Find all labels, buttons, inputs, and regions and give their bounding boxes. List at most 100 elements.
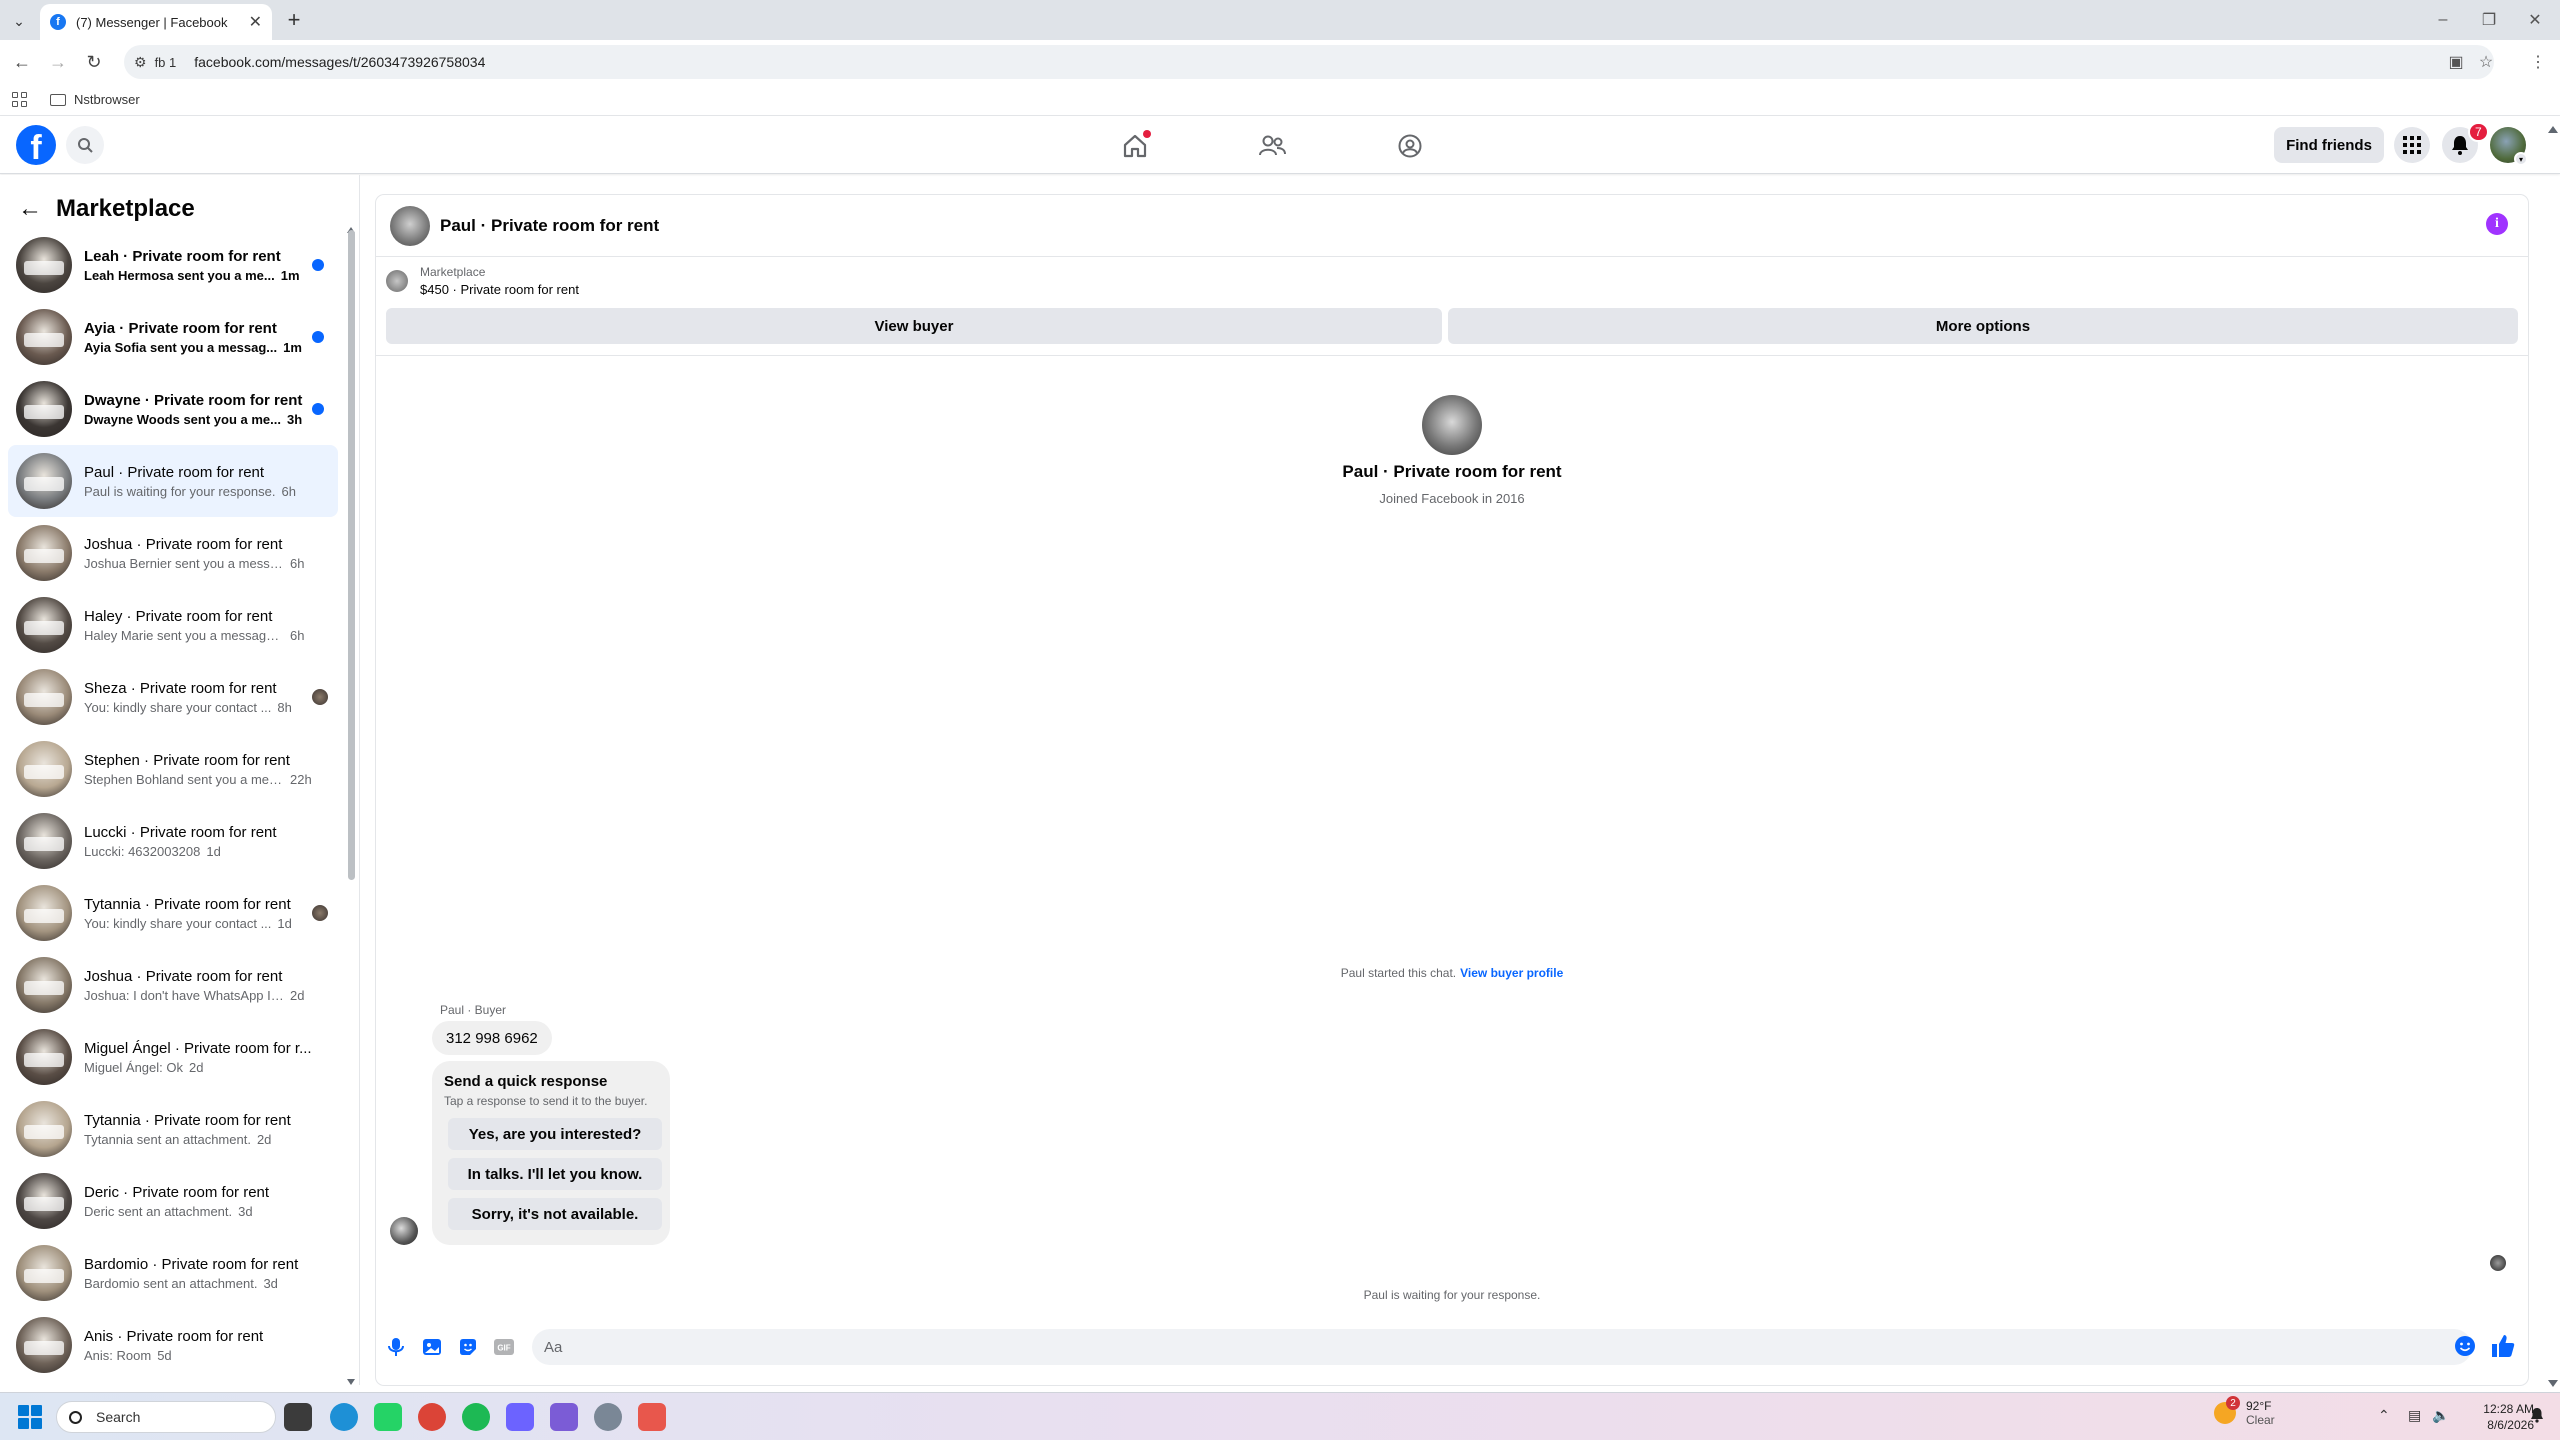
emoji-icon[interactable]: [2454, 1335, 2476, 1357]
conversation-item[interactable]: Dwayne · Private room for rent Dwayne Woo…: [8, 373, 338, 445]
more-options-button[interactable]: More options: [1448, 308, 2518, 344]
install-app-icon[interactable]: ▣: [2444, 50, 2468, 74]
find-friends-button[interactable]: Find friends: [2274, 127, 2384, 163]
apps-grid-icon[interactable]: [12, 91, 28, 108]
site-settings-icon[interactable]: ⚙: [134, 54, 147, 71]
conversation-item[interactable]: Deric · Private room for rent Deric sent …: [8, 1165, 338, 1237]
friends-icon[interactable]: [1252, 126, 1292, 166]
conversation-item[interactable]: Luccki · Private room for rent Luccki: 46…: [8, 805, 338, 877]
conversation-avatar: [16, 525, 72, 581]
address-bar[interactable]: ⚙ fb 1 facebook.com/messages/t/260347392…: [124, 45, 2494, 79]
conversation-title: Joshua · Private room for rent: [84, 967, 283, 985]
gif-icon[interactable]: GIF: [492, 1335, 516, 1359]
listing-label: Marketplace: [420, 265, 486, 279]
task-view-icon[interactable]: [284, 1403, 312, 1431]
system-clock[interactable]: 12:28 AM 8/6/2026: [2450, 1401, 2534, 1433]
conversation-title: Paul · Private room for rent: [84, 463, 265, 481]
chrome-icon[interactable]: [418, 1403, 446, 1431]
windows-start-icon[interactable]: [18, 1405, 42, 1429]
conversation-title: Dwayne · Private room for rent: [84, 391, 303, 409]
chat-started-notice: Paul started this chat. View buyer profil…: [376, 966, 2528, 980]
restore-window-icon[interactable]: ❐: [2474, 6, 2504, 34]
chat-title[interactable]: Paul · Private room for rent: [440, 216, 659, 236]
view-buyer-profile-link[interactable]: View buyer profile: [1460, 966, 1563, 980]
spotify-icon[interactable]: [462, 1403, 490, 1431]
notification-center-icon[interactable]: [2530, 1407, 2546, 1423]
conversation-item[interactable]: Joshua · Private room for rent Joshua Ber…: [8, 517, 338, 589]
microphone-icon[interactable]: [384, 1335, 408, 1359]
page-scroll-up-arrow-icon[interactable]: [2548, 126, 2558, 133]
close-window-icon[interactable]: ✕: [2520, 6, 2550, 34]
conversation-item[interactable]: Paul · Private room for rent Paul is wait…: [8, 445, 338, 517]
back-arrow-icon[interactable]: ←: [18, 195, 42, 223]
edge-browser-icon[interactable]: [330, 1403, 358, 1431]
conversation-item[interactable]: Ayia · Private room for rent Ayia Sofia s…: [8, 301, 338, 373]
menu-grid-icon[interactable]: [2394, 127, 2430, 163]
sticker-icon[interactable]: [456, 1335, 480, 1359]
bookmark-folder-nstbrowser[interactable]: Nstbrowser: [74, 92, 140, 107]
conversation-item[interactable]: Haley · Private room for rent Haley Marie…: [8, 589, 338, 661]
conversation-time: 5d: [157, 1347, 172, 1363]
account-chevron-icon[interactable]: ▾: [2514, 152, 2528, 166]
reload-icon[interactable]: ↻: [82, 50, 106, 74]
weather-widget[interactable]: 2 92°F Clear: [2214, 1396, 2275, 1427]
conversation-avatar: [16, 813, 72, 869]
thumbs-up-icon[interactable]: [2490, 1333, 2518, 1361]
weather-temperature: 92°F: [2246, 1399, 2272, 1413]
message-input[interactable]: Aa: [532, 1329, 2472, 1365]
taskbar-search-box[interactable]: Search: [56, 1401, 276, 1433]
conversation-item[interactable]: Stephen · Private room for rent Stephen B…: [8, 733, 338, 805]
sidebar-title: Marketplace: [56, 195, 195, 222]
app-shield-icon[interactable]: [550, 1403, 578, 1431]
conversation-preview: You: kindly share your contact ...: [84, 699, 272, 715]
search-icon: [69, 1410, 82, 1424]
conversation-item[interactable]: Leah · Private room for rent Leah Hermosa…: [8, 229, 338, 301]
bookmarks-bar: Nstbrowser: [0, 84, 2560, 116]
bookmark-star-icon[interactable]: ☆: [2474, 50, 2498, 74]
browser-tab-messenger[interactable]: f (7) Messenger | Facebook ✕: [40, 4, 272, 40]
conversation-item[interactable]: Miguel Ángel · Private room for r... Migu…: [8, 1021, 338, 1093]
quick-response-button[interactable]: Sorry, it's not available.: [448, 1198, 662, 1230]
facebook-logo-icon[interactable]: f: [16, 125, 56, 165]
conversation-time: 6h: [290, 627, 305, 643]
new-tab-button[interactable]: +: [280, 6, 308, 34]
conversation-item[interactable]: Anis · Private room for rent Anis: Room 5d: [8, 1309, 338, 1381]
view-buyer-button[interactable]: View buyer: [386, 308, 1442, 344]
photo-icon[interactable]: [420, 1335, 444, 1359]
conversation-item[interactable]: Joshua · Private room for rent Joshua: I …: [8, 949, 338, 1021]
sender-label: Paul · Buyer: [440, 1003, 507, 1017]
message-bubble[interactable]: 312 998 6962: [432, 1021, 552, 1055]
app-icon[interactable]: [506, 1403, 534, 1431]
volume-icon[interactable]: 🔈: [2432, 1407, 2449, 1424]
sidebar-scrollbar[interactable]: [348, 230, 355, 880]
browser-menu-icon[interactable]: ⋮: [2526, 50, 2550, 74]
info-icon[interactable]: i: [2486, 213, 2508, 235]
search-icon[interactable]: [66, 126, 104, 164]
tray-overflow-chevron-icon[interactable]: ⌃: [2378, 1407, 2390, 1424]
buyer-message-avatar[interactable]: [390, 1217, 418, 1245]
network-icon[interactable]: ▤: [2408, 1407, 2421, 1424]
settings-gear-icon[interactable]: [594, 1403, 622, 1431]
quick-response-button[interactable]: In talks. I'll let you know.: [448, 1158, 662, 1190]
buyer-profile-avatar[interactable]: [1422, 395, 1482, 455]
forward-icon[interactable]: →: [46, 50, 70, 74]
close-tab-icon[interactable]: ✕: [249, 12, 262, 32]
conversation-time: 22h: [290, 771, 312, 787]
conversation-item[interactable]: Tytannia · Private room for rent You: kin…: [8, 877, 338, 949]
groups-icon[interactable]: [1390, 126, 1430, 166]
chat-avatar[interactable]: [390, 205, 430, 246]
app-icon[interactable]: [638, 1403, 666, 1431]
conversation-item[interactable]: Tytannia · Private room for rent Tytannia…: [8, 1093, 338, 1165]
scroll-down-arrow-icon[interactable]: [347, 1379, 355, 1385]
tab-search-chevron-icon[interactable]: ⌄: [6, 8, 32, 34]
url-text[interactable]: facebook.com/messages/t/2603473926758034: [194, 54, 485, 70]
page-scroll-down-arrow-icon[interactable]: [2548, 1380, 2558, 1387]
minimize-window-icon[interactable]: –: [2428, 6, 2458, 34]
conversation-item[interactable]: Bardomio · Private room for rent Bardomio…: [8, 1237, 338, 1309]
back-icon[interactable]: ←: [10, 50, 34, 74]
conversation-item[interactable]: Sheza · Private room for rent You: kindly…: [8, 661, 338, 733]
divider: [376, 355, 2528, 356]
whatsapp-icon[interactable]: [374, 1403, 402, 1431]
quick-response-button[interactable]: Yes, are you interested?: [448, 1118, 662, 1150]
listing-summary[interactable]: Marketplace $450 · Private room for rent: [386, 265, 579, 297]
